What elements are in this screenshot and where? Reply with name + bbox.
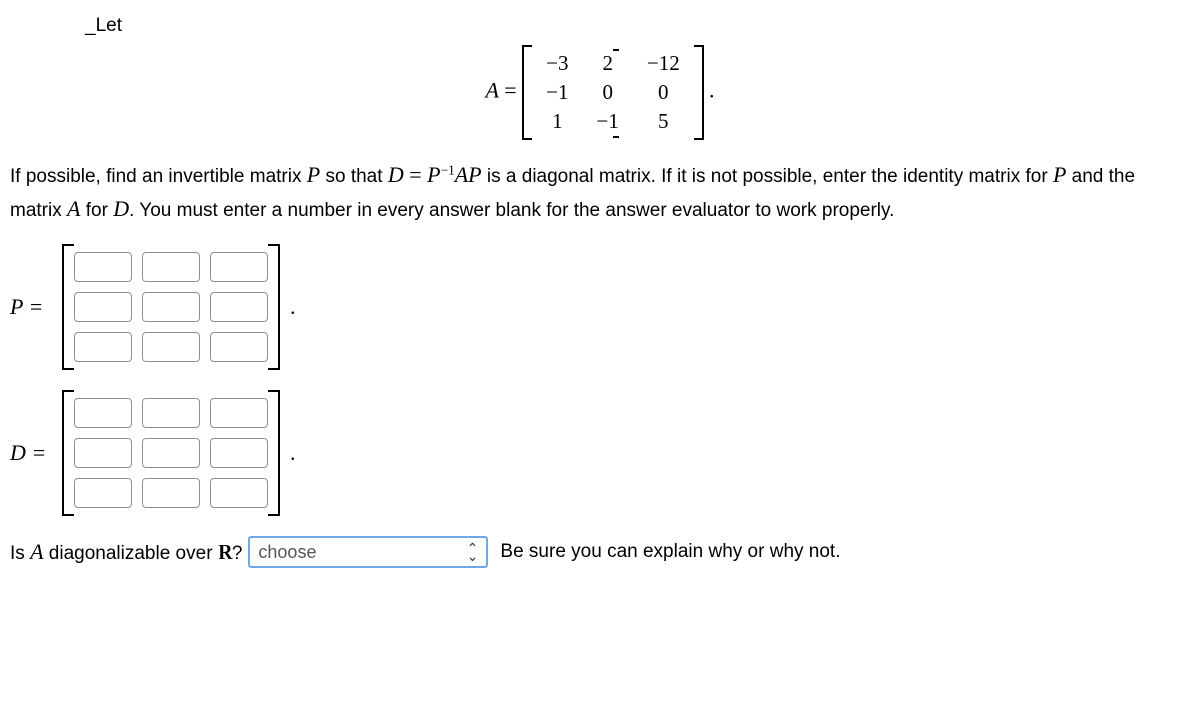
p-input-1-2[interactable] [210,292,268,322]
p-input-2-0[interactable] [74,332,132,362]
d-input-0-1[interactable] [142,398,200,428]
matrix-a-table: −3 2 −12 −1 0 0 1 −1 5 [532,49,694,136]
d-input-1-1[interactable] [142,438,200,468]
d-answer-row: D = . [10,390,1190,516]
d-input-0-2[interactable] [210,398,268,428]
diagonalizable-select[interactable]: choose [248,536,488,568]
p-label: P = [10,294,58,320]
d-input-2-0[interactable] [74,478,132,508]
p-input-0-0[interactable] [74,252,132,282]
d-input-1-0[interactable] [74,438,132,468]
let-text: Let [96,15,122,36]
d-input-2-1[interactable] [142,478,200,508]
let-underscore: _ [85,15,96,36]
let-line: _Let [85,15,1190,37]
p-answer-row: P = . [10,244,1190,370]
p-input-0-2[interactable] [210,252,268,282]
d-label: D = [10,440,58,466]
p-input-2-1[interactable] [142,332,200,362]
instructions-text: If possible, find an invertible matrix P… [10,158,1190,226]
p-input-2-2[interactable] [210,332,268,362]
explain-note: Be sure you can explain why or why not. [500,541,840,563]
d-input-0-0[interactable] [74,398,132,428]
p-input-1-0[interactable] [74,292,132,322]
diagonalizable-question: Is A diagonalizable over R? choose ⌃⌄ Be… [10,536,1190,568]
p-input-0-1[interactable] [142,252,200,282]
d-matrix-bracket [62,390,280,516]
d-input-2-2[interactable] [210,478,268,508]
matrix-a-bracket: −3 2 −12 −1 0 0 1 −1 5 [522,45,704,140]
real-numbers-symbol: R [218,540,232,565]
d-input-1-2[interactable] [210,438,268,468]
p-matrix-bracket [62,244,280,370]
matrix-a-label: A [486,78,499,103]
p-input-1-1[interactable] [142,292,200,322]
matrix-a-display: A = −3 2 −12 −1 0 0 1 −1 5 . [10,45,1190,140]
